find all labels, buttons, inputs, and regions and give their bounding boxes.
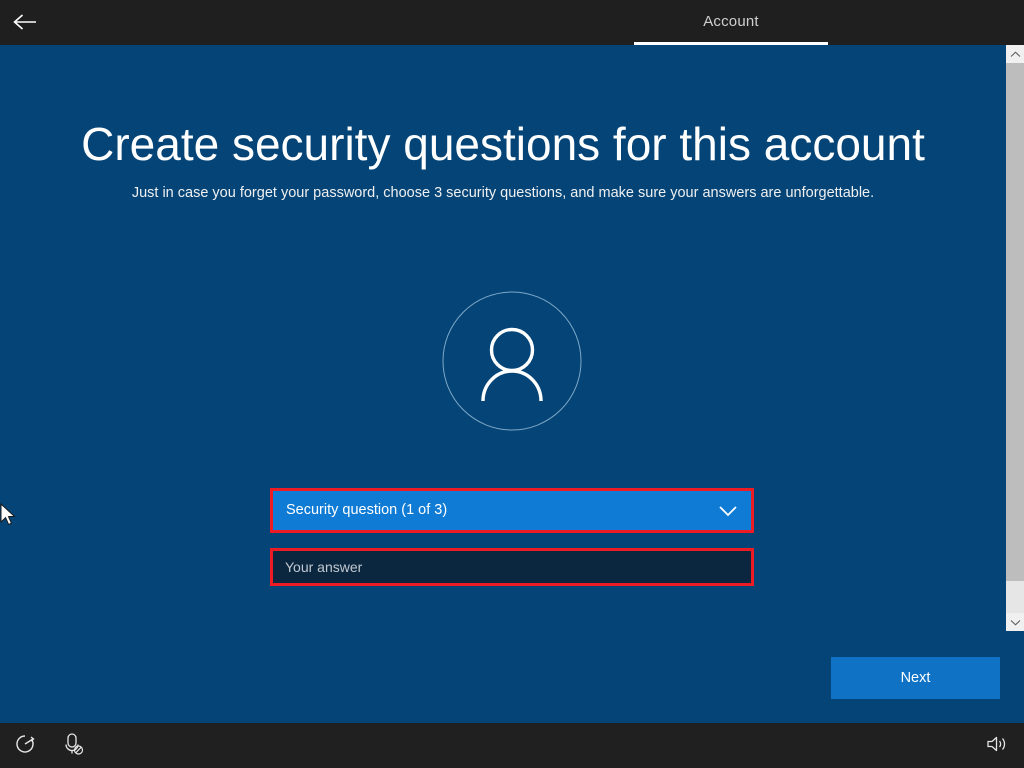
oobe-screen: Account Create security questions for th…	[0, 0, 1024, 768]
chevron-down-icon	[1010, 613, 1021, 631]
power-button[interactable]	[10, 732, 40, 760]
avatar	[442, 291, 582, 431]
tab-account-label: Account	[703, 13, 759, 30]
back-arrow-icon	[12, 12, 38, 32]
power-ease-of-access-icon	[14, 733, 36, 760]
user-avatar-icon	[442, 291, 582, 431]
scroll-up-button[interactable]	[1006, 45, 1024, 63]
tab-account[interactable]: Account	[634, 0, 828, 45]
scrollbar-thumb[interactable]	[1006, 63, 1024, 581]
volume-button[interactable]	[982, 732, 1012, 760]
page-title: Create security questions for this accou…	[81, 118, 925, 170]
speaker-volume-icon	[985, 734, 1009, 759]
main-content: Create security questions for this accou…	[0, 45, 1006, 723]
scrollbar-track[interactable]	[1006, 581, 1024, 613]
answer-field-wrapper[interactable]	[270, 548, 754, 586]
narrator-muted-icon	[62, 732, 84, 761]
page-subtitle: Just in case you forget your password, c…	[131, 185, 875, 201]
title-bar: Account	[0, 0, 1024, 45]
narrator-button[interactable]	[58, 732, 88, 760]
chevron-down-icon	[717, 500, 739, 522]
vertical-scrollbar[interactable]	[1006, 45, 1024, 631]
scroll-down-button[interactable]	[1006, 613, 1024, 631]
answer-input[interactable]	[273, 551, 751, 583]
security-question-form: Security question (1 of 3)	[270, 488, 754, 586]
next-button[interactable]: Next	[831, 657, 1000, 699]
chevron-up-icon	[1010, 45, 1021, 63]
security-question-dropdown-value: Security question (1 of 3)	[286, 502, 448, 519]
back-button[interactable]	[8, 6, 42, 38]
security-question-dropdown[interactable]: Security question (1 of 3)	[270, 488, 754, 533]
taskbar	[0, 723, 1024, 768]
